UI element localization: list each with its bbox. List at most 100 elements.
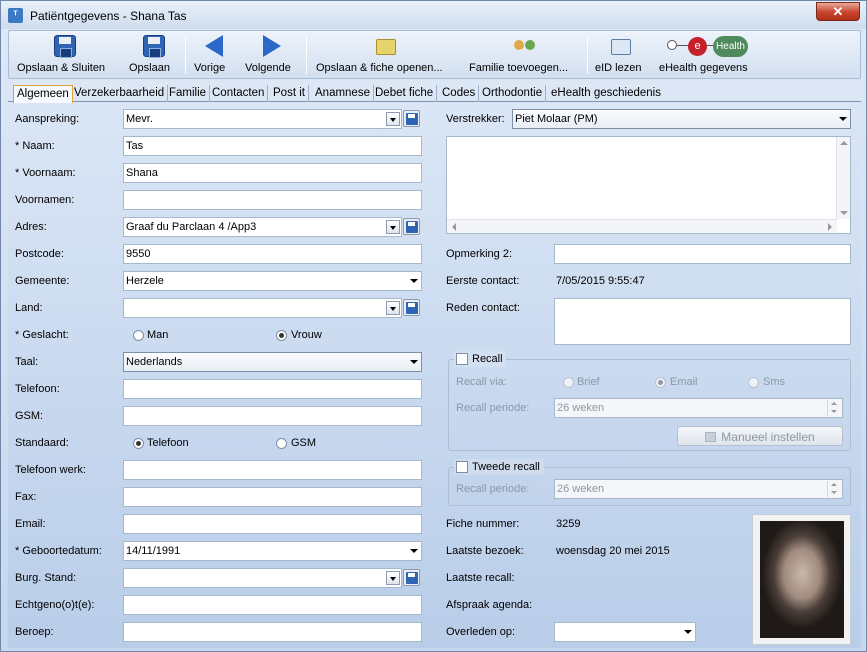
fiche-nummer-value: 3259 (556, 518, 581, 530)
reden-contact-field[interactable] (554, 298, 851, 345)
next-label: Volgende (245, 62, 291, 74)
verstrekker-select[interactable]: Piet Molaar (PM) (512, 109, 851, 129)
save-open-label: Opslaan & fiche openen... (316, 62, 443, 74)
toolbar: Opslaan & Sluiten Opslaan Vorige Volgend… (8, 30, 861, 79)
postcode-field[interactable]: 9550 (123, 244, 422, 264)
save-land-button[interactable] (403, 299, 420, 316)
overleden-picker[interactable] (554, 622, 696, 642)
geslacht-label: * Geslacht: (15, 329, 69, 341)
gemeente-select[interactable]: Herzele (123, 271, 422, 291)
overleden-label: Overleden op: (446, 626, 516, 638)
tab-familie[interactable]: Familie (166, 85, 211, 102)
burg-stand-select[interactable] (123, 568, 402, 588)
read-eid-button[interactable]: eID lezen (595, 35, 647, 77)
save-close-button[interactable]: Opslaan & Sluiten (17, 35, 113, 77)
manueel-instellen-button[interactable]: Manueel instellen (677, 426, 843, 446)
next-button[interactable]: Volgende (245, 35, 299, 77)
adres-select[interactable]: Graaf du Parclaan 4 /App3 (123, 217, 402, 237)
standaard-gsm-label: GSM (291, 437, 317, 449)
voornamen-field[interactable] (123, 190, 422, 210)
save-adres-button[interactable] (403, 218, 420, 235)
opmerking2-label: Opmerking 2: (446, 248, 513, 260)
save-aanspreking-button[interactable] (403, 110, 420, 127)
fax-field[interactable] (123, 487, 422, 507)
eid-label: eID lezen (595, 62, 642, 74)
telefoon-label: Telefoon: (15, 383, 60, 395)
taal-select[interactable]: Nederlands (123, 352, 422, 372)
recall-via-label: Recall via: (456, 376, 507, 388)
recall-sms-radio[interactable] (748, 377, 759, 388)
recall-brief-radio[interactable] (563, 377, 574, 388)
floppy-icon (17, 35, 113, 59)
telefoon-werk-field[interactable] (123, 460, 422, 480)
patient-photo[interactable] (760, 521, 844, 638)
gsm-field[interactable] (123, 406, 422, 426)
recall-periode-spinner[interactable]: 26 weken (554, 398, 843, 418)
tab-anamnese[interactable]: Anamnese (312, 85, 374, 102)
recall-sms-label: Sms (763, 376, 785, 388)
standaard-label: Standaard: (15, 437, 69, 449)
gemeente-label: Gemeente: (15, 275, 70, 287)
tab-ehealth-geschiedenis[interactable]: eHealth geschiedenis (548, 85, 664, 102)
save-burg-stand-button[interactable] (403, 569, 420, 586)
tab-strip: Algemeen Verzekerbaarheid Familie Contac… (8, 85, 861, 103)
land-select[interactable] (123, 298, 402, 318)
vertical-scrollbar[interactable] (836, 137, 850, 219)
close-button[interactable]: ✕ (816, 2, 860, 21)
save-open-fiche-button[interactable]: Opslaan & fiche openen... (316, 35, 456, 77)
recall-brief-label: Brief (577, 376, 600, 388)
calendar-icon (705, 432, 717, 442)
geboortedatum-picker[interactable]: 14/11/1991 (123, 541, 422, 561)
previous-button[interactable]: Vorige (194, 35, 234, 77)
ehealth-button[interactable]: e Health eHealth gegevens (659, 35, 757, 77)
tweede-recall-checkbox[interactable] (456, 461, 468, 473)
recall-checkbox[interactable] (456, 353, 468, 365)
tweede-periode-spinner[interactable]: 26 weken (554, 479, 843, 499)
standaard-gsm-radio[interactable] (276, 438, 287, 449)
recall-periode-label: Recall periode: (456, 402, 530, 414)
id-card-icon (595, 35, 647, 59)
app-tooth-icon: ᵀ (8, 8, 23, 23)
save-button[interactable]: Opslaan (129, 35, 179, 77)
standaard-telefoon-radio[interactable] (133, 438, 144, 449)
geboortedatum-label: * Geboortedatum: (15, 545, 102, 557)
opmerking2-field[interactable] (554, 244, 851, 264)
tab-contacten[interactable]: Contacten (209, 85, 269, 102)
eerste-contact-label: Eerste contact: (446, 275, 520, 287)
beroep-field[interactable] (123, 622, 422, 642)
tab-verzekerbaarheid[interactable]: Verzekerbaarheid (71, 85, 169, 102)
opmerking-memo[interactable] (446, 136, 851, 234)
voornaam-field[interactable]: Shana (123, 163, 422, 183)
burg-stand-label: Burg. Stand: (15, 572, 77, 584)
horizontal-scrollbar[interactable] (447, 219, 837, 233)
general-tab-panel: Aanspreking: Mevr. * Naam: Tas * Voornaa… (8, 103, 861, 648)
save-close-label: Opslaan & Sluiten (17, 62, 106, 74)
save-label: Opslaan (129, 62, 170, 74)
add-family-button[interactable]: Familie toevoegen... (469, 35, 579, 77)
ehealth-label: eHealth gegevens (659, 62, 748, 74)
telefoon-werk-label: Telefoon werk: (15, 464, 86, 476)
family-icon (469, 35, 579, 59)
geslacht-man-radio[interactable] (133, 330, 144, 341)
aanspreking-select[interactable]: Mevr. (123, 109, 402, 129)
gsm-label: GSM: (15, 410, 44, 422)
naam-label: * Naam: (15, 140, 55, 152)
naam-field[interactable]: Tas (123, 136, 422, 156)
fiche-nummer-label: Fiche nummer: (446, 518, 520, 530)
tab-algemeen[interactable]: Algemeen (13, 85, 73, 103)
tab-debet-fiche[interactable]: Debet fiche (372, 85, 438, 102)
recall-email-radio[interactable] (655, 377, 666, 388)
tab-orthodontie[interactable]: Orthodontie (479, 85, 547, 102)
tab-post-it[interactable]: Post it (270, 85, 309, 102)
tweede-periode-label: Recall periode: (456, 483, 530, 495)
telefoon-field[interactable] (123, 379, 422, 399)
email-field[interactable] (123, 514, 422, 534)
tab-codes[interactable]: Codes (439, 85, 480, 102)
email-label: Email: (15, 518, 46, 530)
folder-icon (316, 35, 456, 59)
patient-window: ᵀ Patiëntgegevens - Shana Tas ✕ Opslaan … (0, 0, 867, 652)
recall-legend: Recall (454, 351, 506, 367)
geslacht-vrouw-radio[interactable] (276, 330, 287, 341)
taal-label: Taal: (15, 356, 39, 368)
echtgenote-field[interactable] (123, 595, 422, 615)
